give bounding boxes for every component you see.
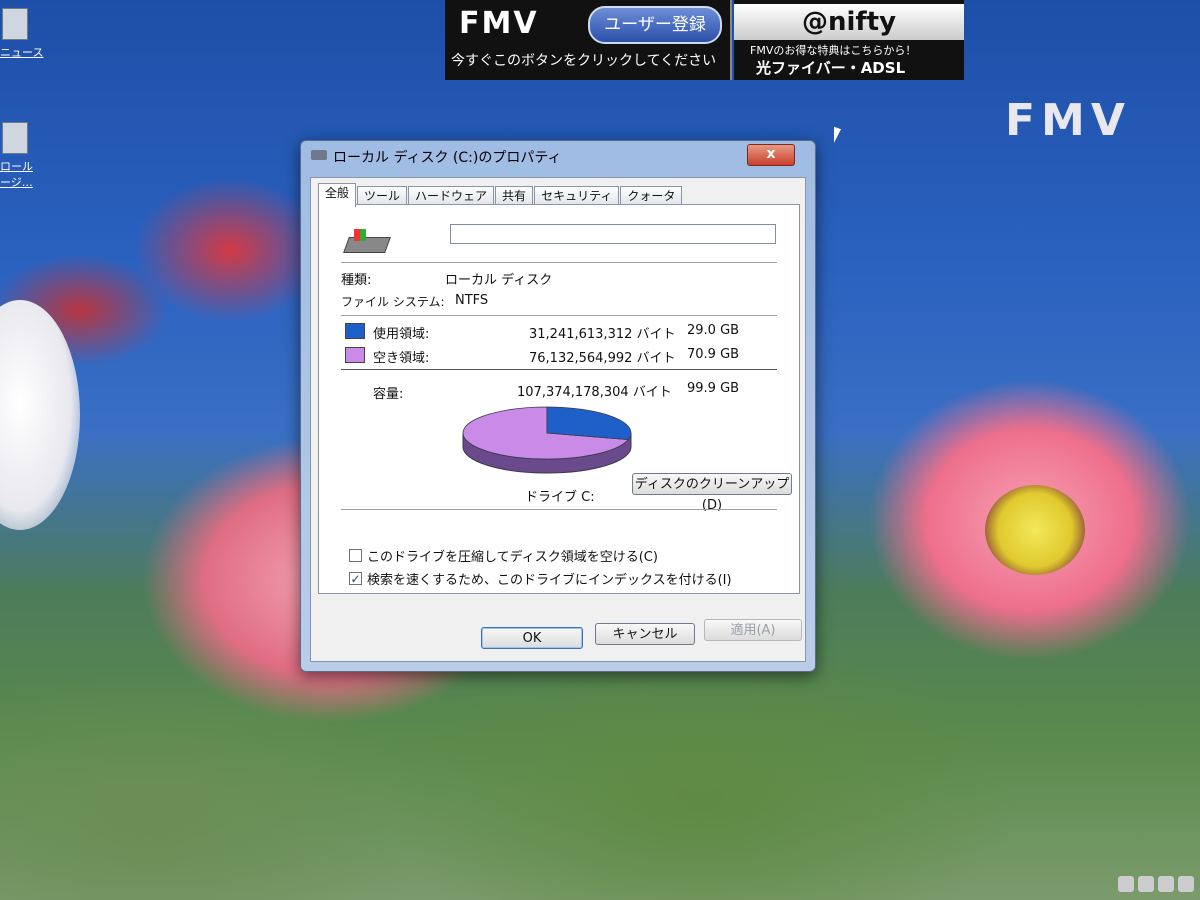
tab-tools[interactable]: ツール xyxy=(357,186,408,206)
apply-button[interactable]: 適用(A) xyxy=(704,619,802,641)
free-space-label: 空き領域: xyxy=(373,351,430,366)
desktop-icon-local[interactable]: ロール ージ… xyxy=(0,122,50,190)
disk-usage-pie xyxy=(461,405,633,479)
desktop-icon-news[interactable]: ニュース xyxy=(0,8,50,60)
tab-security[interactable]: セキュリティ xyxy=(534,186,620,206)
file-icon xyxy=(2,122,28,154)
volume-label-input[interactable] xyxy=(450,224,776,244)
filesystem-label: ファイル システム: xyxy=(341,295,445,309)
free-space-swatch xyxy=(345,347,365,363)
fmv-desktop-logo: FMV xyxy=(1005,95,1131,146)
tray-icon[interactable] xyxy=(1158,876,1174,892)
dialog-client-area: 全般 ツール ハードウェア 共有 セキュリティ クォータ 種類: ローカル ディ… xyxy=(310,177,806,662)
tab-hardware[interactable]: ハードウェア xyxy=(408,186,495,206)
divider xyxy=(341,369,777,370)
used-space-gb: 29.0 GB xyxy=(687,323,740,338)
tab-quota[interactable]: クォータ xyxy=(620,186,683,206)
register-instruction: 今すぐこのボタンをクリックしてください xyxy=(451,53,717,69)
used-space-swatch xyxy=(345,323,365,339)
index-label: 検索を速くするため、このドライブにインデックスを付ける(I) xyxy=(367,573,732,588)
nifty-fiber-text: 光ファイバー・ADSL xyxy=(756,59,906,77)
general-tab-panel: 種類: ローカル ディスク ファイル システム: NTFS 使用領域: 31,2… xyxy=(318,204,800,594)
nifty-logo: @nifty xyxy=(734,4,964,40)
capacity-bytes: 107,374,178,304 バイト xyxy=(517,385,672,400)
index-checkbox[interactable]: ✓ xyxy=(349,572,362,585)
compress-label: このドライブを圧縮してディスク領域を空ける(C) xyxy=(367,550,658,565)
type-label: 種類: xyxy=(341,273,372,288)
used-space-bytes: 31,241,613,312 バイト xyxy=(529,327,676,342)
mouse-cursor-icon xyxy=(834,126,841,146)
fmv-banner-logo: FMV xyxy=(459,6,539,41)
tab-sharing[interactable]: 共有 xyxy=(495,186,534,206)
ok-button[interactable]: OK xyxy=(481,627,583,649)
tab-strip: 全般 ツール ハードウェア 共有 セキュリティ クォータ xyxy=(318,183,683,207)
nifty-banner[interactable]: @nifty FMVのお得な特典はこちらから！ 光ファイバー・ADSL xyxy=(734,0,964,80)
disk-cleanup-button[interactable]: ディスクのクリーンアップ(D) xyxy=(632,473,792,513)
system-tray xyxy=(1118,876,1194,892)
desktop-icon-label: ロール xyxy=(0,160,33,173)
drive-name-label: ドライブ C: xyxy=(525,490,595,505)
used-space-label: 使用領域: xyxy=(373,327,430,342)
hard-drive-icon xyxy=(343,229,391,255)
user-register-button[interactable]: ユーザー登録 xyxy=(588,6,722,44)
divider xyxy=(341,509,777,510)
compress-checkbox[interactable] xyxy=(349,549,362,562)
disk-usage-pie-svg xyxy=(462,406,632,474)
background-flower-center xyxy=(985,485,1085,575)
cancel-button[interactable]: キャンセル xyxy=(595,623,695,645)
desktop-icon-label: ージ… xyxy=(0,176,33,189)
type-value: ローカル ディスク xyxy=(445,273,553,288)
tab-general[interactable]: 全般 xyxy=(318,183,357,207)
capacity-label: 容量: xyxy=(373,387,404,402)
fmv-register-banner[interactable]: FMV ユーザー登録 今すぐこのボタンをクリックしてください xyxy=(445,0,732,80)
free-space-gb: 70.9 GB xyxy=(687,347,740,362)
desktop-icon-label: ニュース xyxy=(0,46,44,59)
tray-icon[interactable] xyxy=(1138,876,1154,892)
dialog-title: ローカル ディスク (C:)のプロパティ xyxy=(333,150,562,166)
disk-properties-dialog: ローカル ディスク (C:)のプロパティ x 全般 ツール ハードウェア 共有 … xyxy=(300,140,816,672)
nifty-promo-text: FMVのお得な特典はこちらから！ xyxy=(750,44,917,57)
file-icon xyxy=(2,8,28,40)
divider xyxy=(341,315,777,316)
tray-icon[interactable] xyxy=(1118,876,1134,892)
background-blossom xyxy=(0,300,80,530)
close-button[interactable]: x xyxy=(747,144,795,166)
divider xyxy=(341,262,777,263)
tray-icon[interactable] xyxy=(1178,876,1194,892)
free-space-bytes: 76,132,564,992 バイト xyxy=(529,351,676,366)
dialog-titlebar[interactable]: ローカル ディスク (C:)のプロパティ x xyxy=(301,141,815,171)
drive-icon xyxy=(311,150,327,160)
capacity-gb: 99.9 GB xyxy=(687,381,740,396)
filesystem-value: NTFS xyxy=(455,293,489,308)
